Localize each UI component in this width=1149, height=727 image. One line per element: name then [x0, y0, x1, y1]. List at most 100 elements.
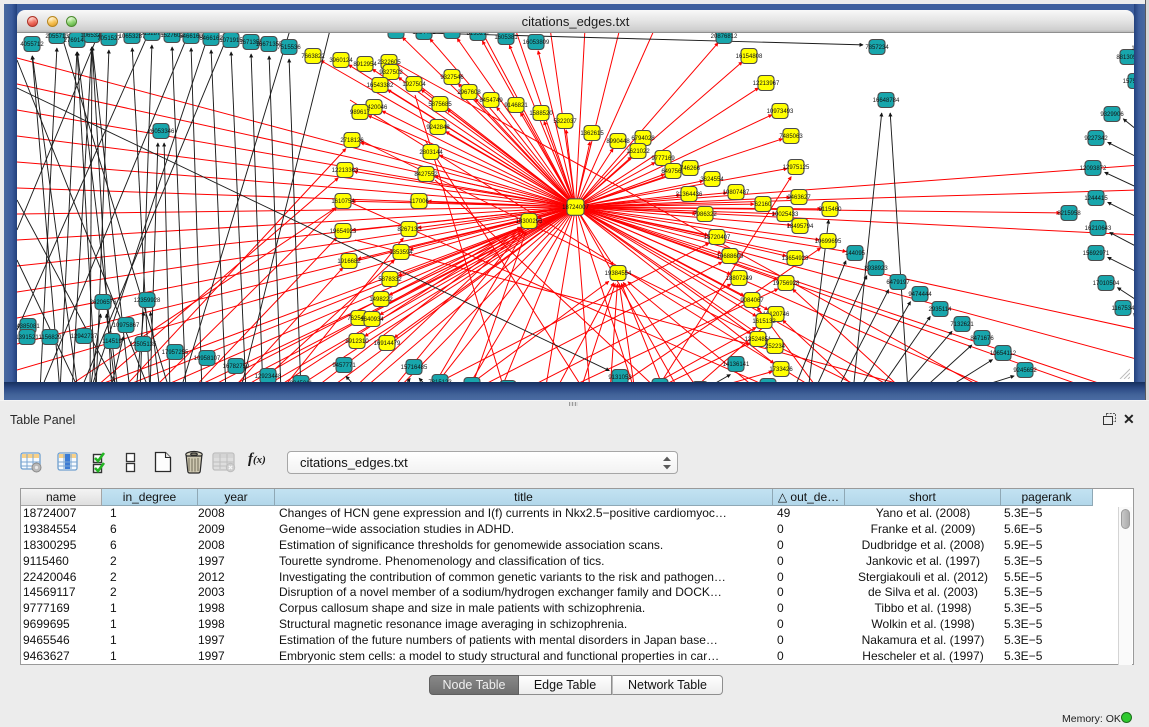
svg-text:14136141: 14136141 [723, 362, 750, 368]
svg-text:2103114: 2103114 [385, 33, 409, 35]
svg-text:21364436: 21364436 [676, 192, 703, 198]
svg-text:117006: 117006 [409, 199, 429, 205]
svg-text:12093872: 12093872 [1080, 166, 1107, 172]
svg-text:1244415: 1244415 [1084, 196, 1108, 202]
svg-text:2935114: 2935114 [929, 307, 953, 313]
svg-text:19384554: 19384554 [605, 271, 632, 277]
svg-text:1605381: 1605381 [494, 35, 518, 41]
svg-text:19654923: 19654923 [330, 229, 357, 235]
svg-text:16648784: 16648784 [873, 98, 900, 104]
svg-text:144095: 144095 [845, 251, 866, 257]
svg-text:1610754: 1610754 [331, 199, 355, 205]
svg-text:15720407: 15720407 [704, 235, 731, 241]
svg-text:2967608: 2967608 [457, 90, 481, 96]
svg-text:3960124: 3960124 [329, 58, 353, 64]
svg-text:20876812: 20876812 [711, 34, 738, 40]
svg-text:1621022: 1621022 [626, 149, 650, 155]
svg-text:6794028: 6794028 [631, 136, 655, 142]
svg-text:1921850: 1921850 [1131, 46, 1134, 52]
svg-text:15716485: 15716485 [401, 365, 428, 371]
svg-text:9245011: 9245011 [290, 381, 314, 382]
svg-text:12213363: 12213363 [332, 168, 359, 174]
svg-text:9146821: 9146821 [504, 103, 528, 109]
svg-text:5878332: 5878332 [378, 277, 402, 283]
svg-text:17957255: 17957255 [162, 350, 189, 356]
svg-text:16154808: 16154808 [736, 54, 763, 60]
svg-text:1733426: 1733426 [769, 367, 793, 373]
svg-text:9115460: 9115460 [819, 207, 843, 213]
svg-text:7815123: 7815123 [428, 380, 452, 382]
svg-text:8813054: 8813054 [1116, 55, 1134, 61]
svg-text:746266: 746266 [680, 166, 701, 172]
svg-text:12213967: 12213967 [753, 81, 780, 87]
svg-text:7485063: 7485063 [779, 134, 803, 140]
svg-text:1498222: 1498222 [369, 297, 393, 303]
svg-text:12975125: 12975125 [783, 165, 810, 171]
svg-text:18807249: 18807249 [726, 276, 753, 282]
svg-text:26206576: 26206576 [90, 300, 117, 306]
svg-text:6479197: 6479197 [886, 280, 910, 286]
svg-text:1927504: 1927504 [402, 82, 426, 88]
svg-text:10688609: 10688609 [717, 254, 744, 260]
svg-text:7132621: 7132621 [950, 322, 974, 328]
svg-text:9084067: 9084067 [740, 298, 764, 304]
svg-text:114519: 114519 [102, 339, 122, 345]
svg-text:1167534: 1167534 [1112, 306, 1134, 312]
svg-text:16210643: 16210643 [1085, 226, 1112, 232]
svg-text:4385081: 4385081 [17, 324, 40, 330]
svg-text:9457771: 9457771 [332, 363, 356, 369]
svg-text:8267130: 8267130 [397, 227, 421, 233]
svg-text:62160: 62160 [755, 202, 772, 208]
svg-text:8454749: 8454749 [479, 98, 503, 104]
svg-text:12942737: 12942737 [71, 334, 98, 340]
svg-text:8471676: 8471676 [970, 336, 994, 342]
svg-text:1588520: 1588520 [529, 111, 553, 117]
svg-text:10699695: 10699695 [815, 239, 842, 245]
svg-text:9131058: 9131058 [608, 375, 632, 381]
svg-text:10654112: 10654112 [990, 351, 1017, 357]
svg-text:9242848: 9242848 [426, 125, 450, 131]
svg-text:9135514: 9135514 [440, 33, 464, 35]
svg-text:16053809: 16053809 [523, 40, 550, 46]
svg-text:13654923: 13654923 [782, 256, 809, 262]
svg-text:2803144: 2803144 [419, 150, 443, 156]
svg-text:1916682: 1916682 [337, 259, 361, 265]
svg-text:16782759: 16782759 [223, 364, 250, 370]
svg-text:9463627: 9463627 [787, 195, 811, 201]
svg-text:1640934: 1640934 [360, 317, 384, 323]
svg-text:10025433: 10025433 [772, 212, 799, 218]
svg-text:18724007: 18724007 [562, 205, 589, 211]
svg-text:15692971: 15692971 [1083, 251, 1110, 257]
svg-text:252234: 252234 [765, 344, 786, 350]
svg-text:8427552: 8427552 [414, 172, 438, 178]
svg-text:10807487: 10807487 [723, 190, 750, 196]
svg-text:1854401: 1854401 [412, 33, 436, 36]
svg-text:8912310: 8912310 [345, 339, 369, 345]
svg-text:8990448: 8990448 [606, 139, 630, 145]
svg-text:9474444: 9474444 [908, 292, 932, 298]
svg-text:5875685: 5875685 [428, 102, 452, 108]
svg-text:8912954: 8912954 [353, 62, 377, 68]
svg-text:7986322: 7986322 [693, 212, 717, 218]
svg-text:15751074: 15751074 [1123, 79, 1134, 85]
svg-text:12923448: 12923448 [255, 374, 282, 380]
svg-text:9245652: 9245652 [1013, 368, 1037, 374]
svg-text:19756928: 19756928 [773, 281, 800, 287]
svg-text:16543382: 16543382 [367, 83, 394, 89]
svg-text:1391521: 1391521 [17, 335, 39, 341]
svg-text:8135211: 8135211 [467, 33, 491, 37]
svg-text:989617: 989617 [350, 110, 371, 116]
svg-text:9329906: 9329906 [1100, 112, 1124, 118]
svg-text:12505135: 12505135 [130, 342, 157, 348]
svg-text:26053346: 26053346 [148, 129, 175, 135]
svg-text:18300295: 18300295 [516, 219, 543, 225]
svg-text:16914479: 16914479 [374, 341, 401, 347]
svg-text:10975867: 10975867 [113, 323, 140, 329]
svg-text:10958107: 10958107 [194, 356, 221, 362]
svg-text:2718126: 2718126 [340, 138, 364, 144]
svg-text:5322037: 5322037 [553, 119, 577, 125]
svg-text:12359928: 12359928 [134, 298, 161, 304]
svg-text:1615132: 1615132 [752, 319, 776, 325]
svg-text:9777169: 9777169 [651, 156, 675, 162]
svg-text:7857234: 7857234 [865, 45, 889, 51]
